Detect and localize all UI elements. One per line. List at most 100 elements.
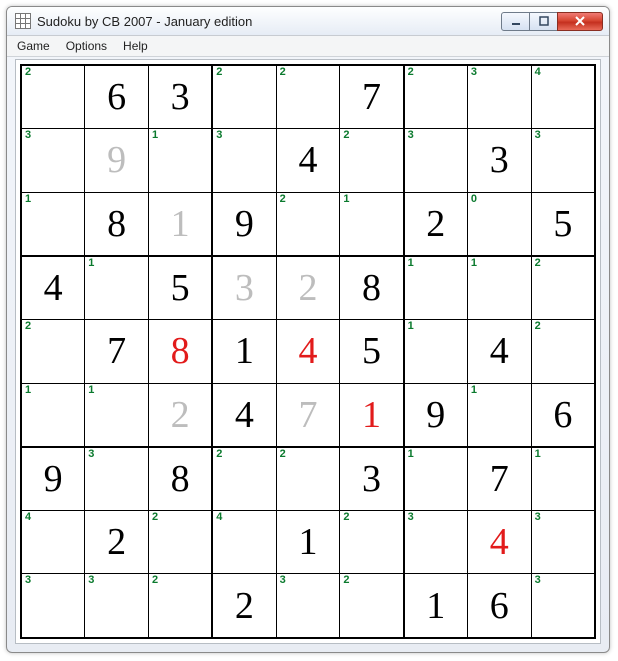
titlebar[interactable]: Sudoku by CB 2007 - January edition (7, 7, 609, 36)
cell-hint: 2 (280, 194, 286, 205)
cell[interactable]: 2 (340, 574, 404, 638)
cell[interactable]: 1 (531, 447, 595, 511)
cell[interactable]: 3 (531, 574, 595, 638)
cell[interactable]: 3 (21, 574, 85, 638)
cell[interactable]: 1 (149, 129, 213, 192)
cell[interactable]: 2 (149, 511, 213, 574)
cell-value: 1 (426, 585, 445, 627)
cell[interactable]: 2 (531, 320, 595, 383)
cell[interactable]: 2 (276, 65, 340, 129)
cell[interactable]: 2 (404, 192, 468, 256)
cell[interactable]: 1 (85, 383, 149, 447)
cell[interactable]: 8 (149, 320, 213, 383)
cell[interactable]: 1 (404, 320, 468, 383)
cell[interactable]: 3 (404, 511, 468, 574)
cell[interactable]: 8 (149, 447, 213, 511)
cell[interactable]: 3 (404, 129, 468, 192)
cell[interactable]: 1 (21, 192, 85, 256)
cell[interactable]: 2 (149, 574, 213, 638)
cell[interactable]: 3 (276, 574, 340, 638)
cell-value: 4 (490, 330, 509, 372)
cell[interactable]: 3 (467, 65, 531, 129)
cell[interactable]: 1 (21, 383, 85, 447)
cell[interactable]: 3 (467, 129, 531, 192)
cell[interactable]: 1 (212, 320, 276, 383)
cell[interactable]: 4 (276, 129, 340, 192)
cell[interactable]: 1 (149, 192, 213, 256)
cell[interactable]: 2 (212, 447, 276, 511)
cell[interactable]: 4 (21, 511, 85, 574)
cell[interactable]: 4 (21, 256, 85, 320)
menu-options[interactable]: Options (58, 38, 115, 54)
menu-help[interactable]: Help (115, 38, 156, 54)
cell[interactable]: 1 (404, 574, 468, 638)
cell-hint: 1 (343, 194, 349, 205)
cell[interactable]: 3 (212, 129, 276, 192)
cell-hint: 3 (88, 449, 94, 460)
maximize-button[interactable] (529, 12, 558, 31)
cell[interactable]: 2 (212, 65, 276, 129)
cell-hint: 3 (25, 575, 31, 586)
cell[interactable]: 4 (212, 511, 276, 574)
cell[interactable]: 5 (340, 320, 404, 383)
cell[interactable]: 7 (276, 383, 340, 447)
cell[interactable]: 9 (85, 129, 149, 192)
cell[interactable]: 5 (531, 192, 595, 256)
cell[interactable]: 1 (404, 256, 468, 320)
cell[interactable]: 4 (276, 320, 340, 383)
cell-hint: 3 (535, 575, 541, 586)
cell-hint: 1 (152, 130, 158, 141)
cell[interactable]: 2 (404, 65, 468, 129)
cell[interactable]: 1 (467, 256, 531, 320)
cell[interactable]: 9 (21, 447, 85, 511)
cell[interactable]: 2 (149, 383, 213, 447)
cell[interactable]: 2 (85, 511, 149, 574)
cell[interactable]: 3 (531, 511, 595, 574)
cell[interactable]: 1 (340, 383, 404, 447)
cell[interactable]: 3 (149, 65, 213, 129)
cell[interactable]: 0 (467, 192, 531, 256)
cell[interactable]: 4 (531, 65, 595, 129)
cell-value: 7 (490, 458, 509, 500)
minimize-button[interactable] (501, 12, 530, 31)
cell-hint: 2 (343, 575, 349, 586)
cell[interactable]: 2 (21, 320, 85, 383)
cell[interactable]: 7 (340, 65, 404, 129)
cell[interactable]: 6 (85, 65, 149, 129)
cell[interactable]: 2 (212, 574, 276, 638)
cell[interactable]: 9 (404, 383, 468, 447)
cell-hint: 3 (535, 512, 541, 523)
cell[interactable]: 7 (85, 320, 149, 383)
cell[interactable]: 2 (531, 256, 595, 320)
cell-value: 2 (426, 203, 445, 245)
cell[interactable]: 2 (276, 256, 340, 320)
cell[interactable]: 1 (404, 447, 468, 511)
cell[interactable]: 4 (212, 383, 276, 447)
cell[interactable]: 3 (212, 256, 276, 320)
cell[interactable]: 4 (467, 511, 531, 574)
cell[interactable]: 4 (467, 320, 531, 383)
cell[interactable]: 1 (340, 192, 404, 256)
menu-game[interactable]: Game (9, 38, 58, 54)
cell[interactable]: 8 (340, 256, 404, 320)
cell[interactable]: 2 (340, 511, 404, 574)
cell[interactable]: 2 (276, 192, 340, 256)
cell[interactable]: 7 (467, 447, 531, 511)
cell[interactable]: 3 (531, 129, 595, 192)
cell[interactable]: 1 (276, 511, 340, 574)
cell[interactable]: 1 (85, 256, 149, 320)
cell[interactable]: 3 (85, 447, 149, 511)
cell[interactable]: 2 (340, 129, 404, 192)
cell[interactable]: 2 (21, 65, 85, 129)
cell[interactable]: 2 (276, 447, 340, 511)
cell[interactable]: 3 (340, 447, 404, 511)
cell[interactable]: 8 (85, 192, 149, 256)
cell[interactable]: 3 (21, 129, 85, 192)
close-button[interactable] (557, 12, 603, 31)
cell[interactable]: 6 (531, 383, 595, 447)
cell[interactable]: 3 (85, 574, 149, 638)
cell[interactable]: 6 (467, 574, 531, 638)
cell[interactable]: 1 (467, 383, 531, 447)
cell[interactable]: 5 (149, 256, 213, 320)
cell[interactable]: 9 (212, 192, 276, 256)
